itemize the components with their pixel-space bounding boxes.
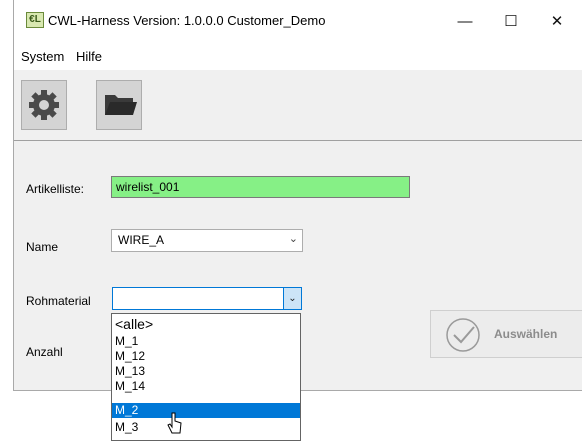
dropdown-option[interactable]: <alle> xyxy=(112,316,300,334)
check-circle-icon xyxy=(446,318,480,352)
open-button[interactable] xyxy=(96,80,142,130)
close-button[interactable]: ✕ xyxy=(534,0,580,42)
menu-bar: System Hilfe xyxy=(14,42,582,70)
minimize-icon: — xyxy=(457,12,473,30)
gear-icon xyxy=(29,90,59,120)
anzahl-label: Anzahl xyxy=(26,345,63,359)
close-icon: ✕ xyxy=(550,13,564,30)
settings-button[interactable] xyxy=(21,80,67,130)
menu-system[interactable]: System xyxy=(21,49,64,64)
toolbar-divider xyxy=(14,140,582,141)
artikelliste-label: Artikelliste: xyxy=(26,182,85,196)
artikelliste-input[interactable]: wirelist_001 xyxy=(111,176,410,198)
name-combobox[interactable]: WIRE_A ⌄ xyxy=(111,229,303,252)
dropdown-option-selected[interactable]: M_2 xyxy=(112,403,300,418)
rohmaterial-combobox[interactable]: ⌄ xyxy=(112,287,302,310)
menu-hilfe[interactable]: Hilfe xyxy=(76,49,102,64)
chevron-down-icon: ⌄ xyxy=(288,233,298,245)
title-bar: €L CWL-Harness Version: 1.0.0.0 Customer… xyxy=(14,0,582,42)
auswaehlen-button[interactable]: Auswählen xyxy=(430,310,582,358)
dropdown-option[interactable]: M_12 xyxy=(112,349,300,364)
maximize-icon: ☐ xyxy=(504,13,518,30)
auswaehlen-label: Auswählen xyxy=(494,327,558,341)
window-title: CWL-Harness Version: 1.0.0.0 Customer_De… xyxy=(48,13,326,28)
name-label: Name xyxy=(26,240,59,254)
dropdown-option[interactable]: M_1 xyxy=(112,334,300,349)
rohmaterial-label: Rohmaterial xyxy=(26,294,91,308)
rohmaterial-dropdown-list: <alle> M_1 M_12 M_13 M_14 M_2 M_3 xyxy=(111,313,301,441)
folder-icon xyxy=(105,95,137,115)
mouse-cursor-icon xyxy=(167,412,182,434)
name-combobox-value: WIRE_A xyxy=(118,233,165,247)
dropdown-option[interactable]: M_14 xyxy=(112,379,300,394)
minimize-button[interactable]: — xyxy=(442,0,488,42)
dropdown-option[interactable]: M_13 xyxy=(112,364,300,379)
app-icon: €L xyxy=(26,12,44,28)
chevron-down-icon[interactable]: ⌄ xyxy=(283,288,301,309)
dropdown-option[interactable]: M_3 xyxy=(112,420,300,435)
maximize-button[interactable]: ☐ xyxy=(488,0,534,42)
